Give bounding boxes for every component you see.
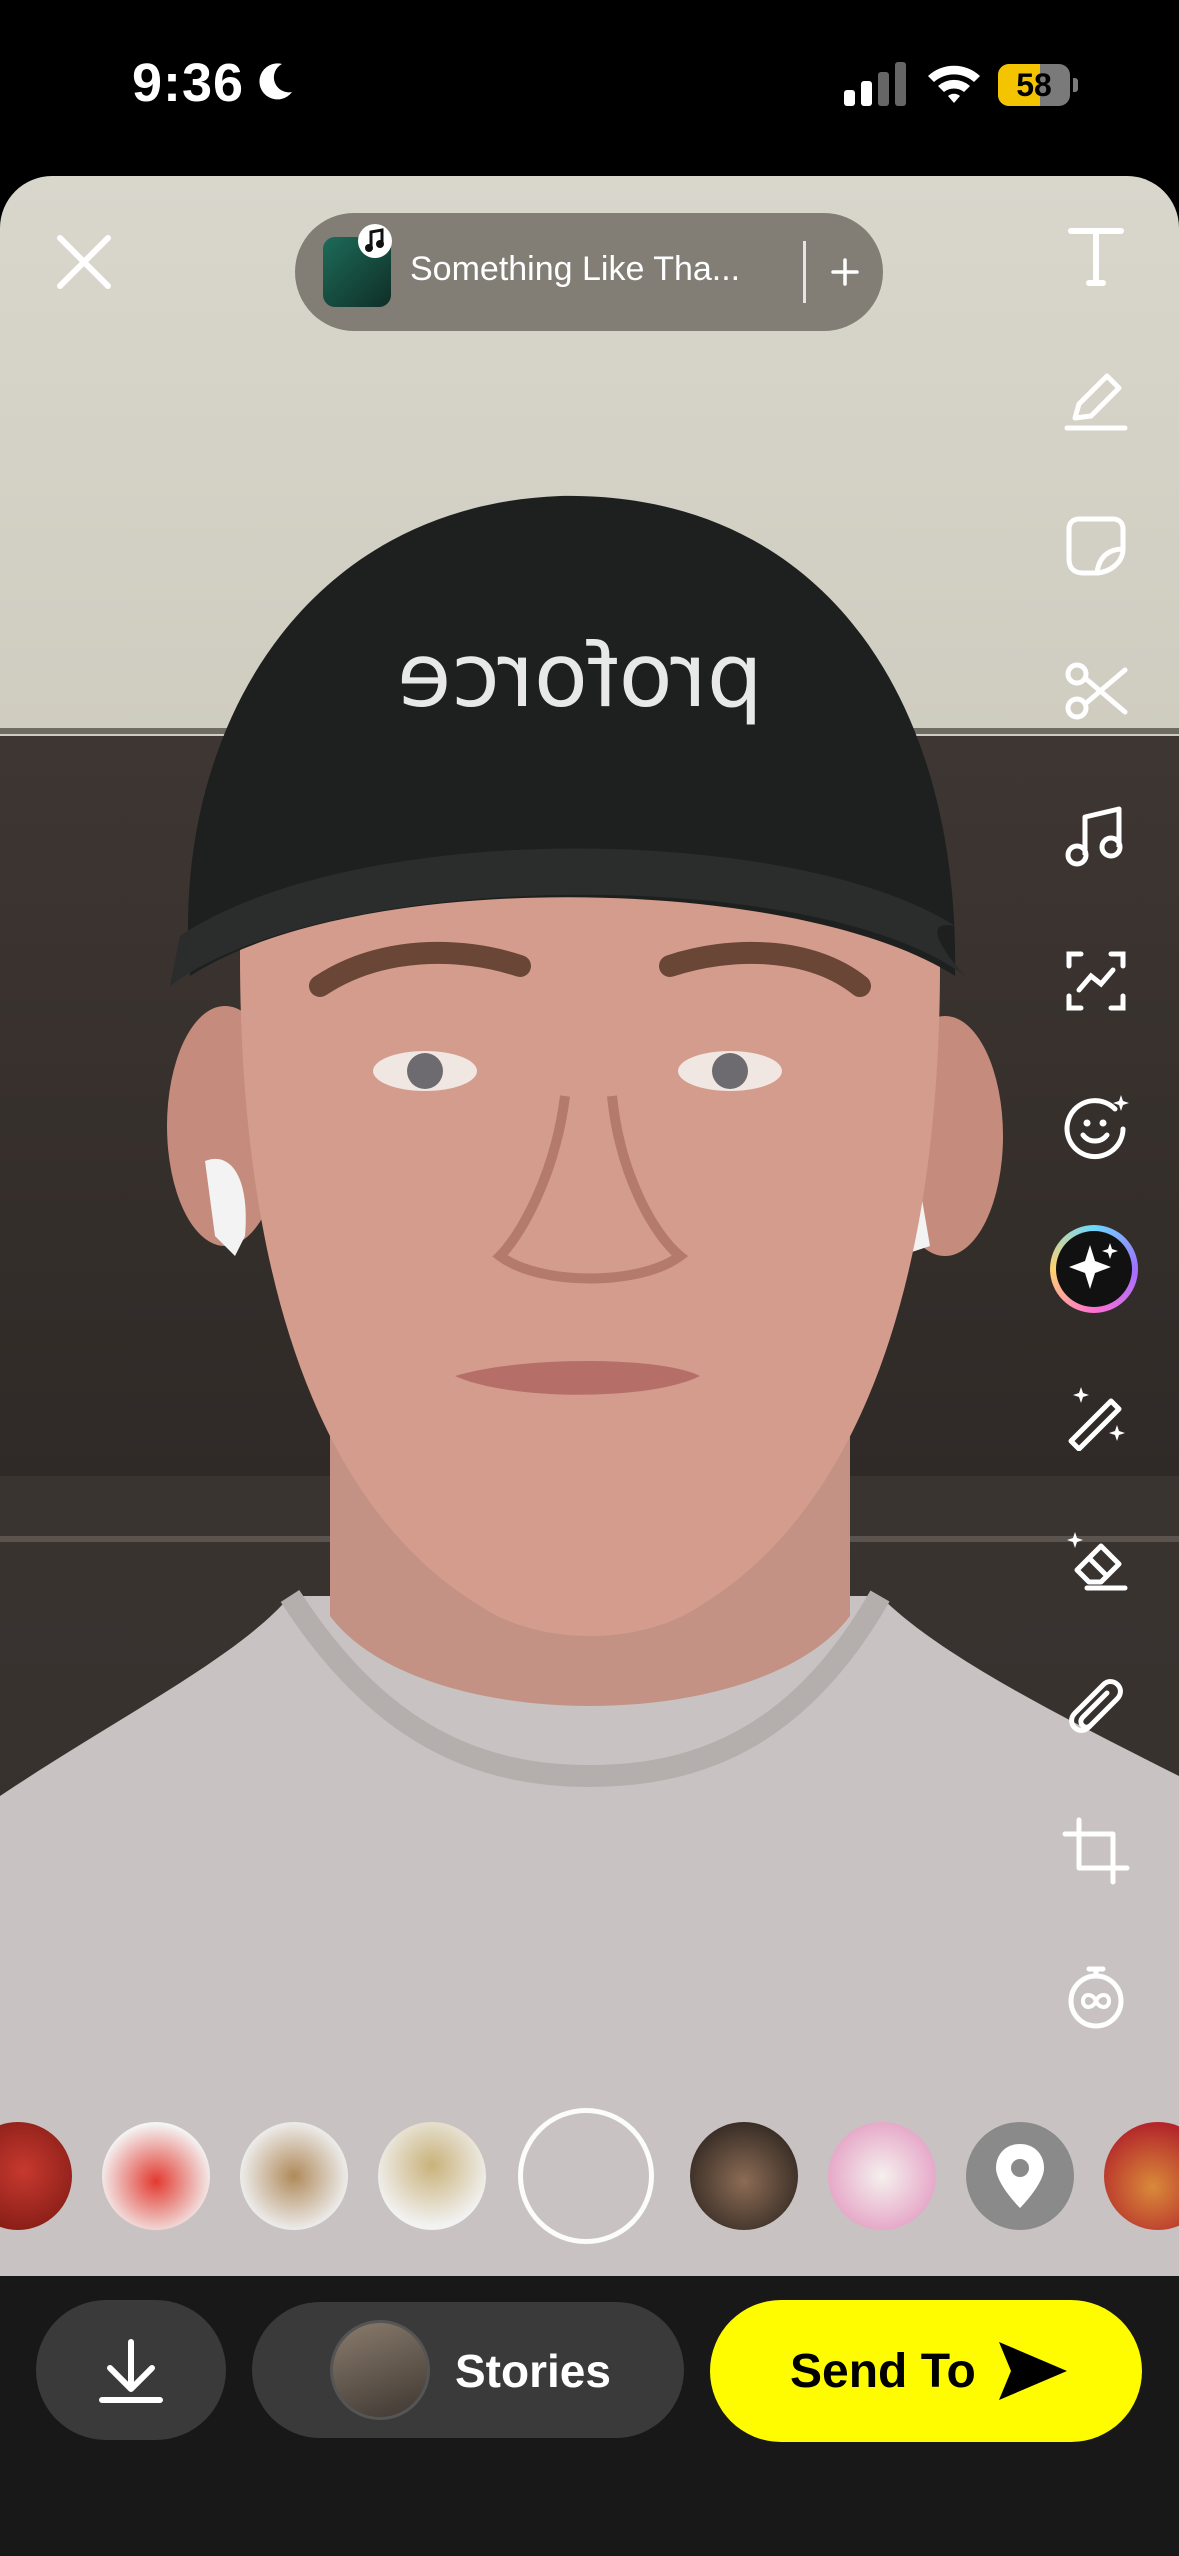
ai-tool[interactable] [1050, 1225, 1138, 1313]
cellular-signal-icon [844, 62, 906, 106]
lens-location[interactable] [966, 2122, 1074, 2230]
text-tool[interactable] [1061, 221, 1131, 291]
music-tool[interactable] [1061, 801, 1131, 871]
music-divider [803, 241, 806, 303]
snap-preview: proforce Something Like Tha... [0, 176, 1179, 2276]
add-music-icon[interactable] [825, 241, 865, 303]
eraser-tool[interactable] [1061, 1526, 1131, 1596]
battery-indicator: 58 [998, 64, 1078, 106]
magic-wand-icon [1068, 1387, 1125, 1452]
stories-button[interactable]: Stories [252, 2302, 684, 2438]
download-icon [99, 2339, 163, 2403]
send-arrow-icon [999, 2342, 1067, 2400]
status-time: 9:36 [132, 53, 245, 113]
sparkles-icon [1069, 1243, 1118, 1289]
close-icon[interactable] [52, 230, 116, 294]
face-lens-tool[interactable] [1061, 1091, 1131, 1161]
wifi-icon [928, 65, 980, 103]
lens-red-character[interactable] [102, 2122, 210, 2230]
send-to-button[interactable]: Send To [710, 2300, 1142, 2442]
crop-icon [1062, 1817, 1130, 1885]
location-pin-icon [996, 2144, 1044, 2208]
stories-label: Stories [455, 2345, 611, 2397]
music-title: Something Like Tha... [410, 250, 741, 288]
text-icon [1068, 228, 1124, 286]
music-attachment-pill[interactable]: Something Like Tha... [295, 213, 883, 331]
lens-kitten[interactable] [690, 2122, 798, 2230]
face-sparkle-icon [1064, 1095, 1129, 1160]
music-note-badge-icon [358, 224, 392, 258]
battery-level: 58 [1016, 67, 1052, 103]
svg-text:proforce: proforce [397, 624, 763, 727]
loop-timer-icon [1068, 1966, 1124, 2029]
lens-scan-tool[interactable] [1061, 946, 1131, 1016]
avatar [330, 2320, 430, 2420]
paperclip-icon [1069, 1679, 1123, 1733]
timer-tool[interactable] [1061, 1961, 1131, 2031]
crop-tool[interactable] [1061, 1816, 1131, 1886]
sticker-icon [1066, 516, 1126, 576]
status-bar: 9:36 58 [0, 0, 1179, 176]
scan-icon [1066, 951, 1126, 1011]
save-button[interactable] [36, 2300, 226, 2440]
scissors-icon [1065, 662, 1128, 720]
draw-tool[interactable] [1061, 366, 1131, 436]
attach-link-tool[interactable] [1061, 1671, 1131, 1741]
person-photo: proforce [0, 495, 1179, 2276]
lens-sage-hat[interactable] [378, 2122, 486, 2230]
sticker-tool[interactable] [1061, 511, 1131, 581]
capture-ring[interactable] [518, 2108, 654, 2244]
send-to-label: Send To [790, 2345, 976, 2398]
lens-cat-tongue[interactable] [828, 2122, 936, 2230]
magic-eraser-icon [1067, 1532, 1128, 1591]
magic-wand-tool[interactable] [1061, 1381, 1131, 1452]
music-note-icon [1065, 806, 1123, 867]
lens-capybara[interactable] [240, 2122, 348, 2230]
pencil-icon [1064, 373, 1128, 431]
scissors-tool[interactable] [1061, 656, 1131, 726]
moon-icon [259, 63, 292, 100]
